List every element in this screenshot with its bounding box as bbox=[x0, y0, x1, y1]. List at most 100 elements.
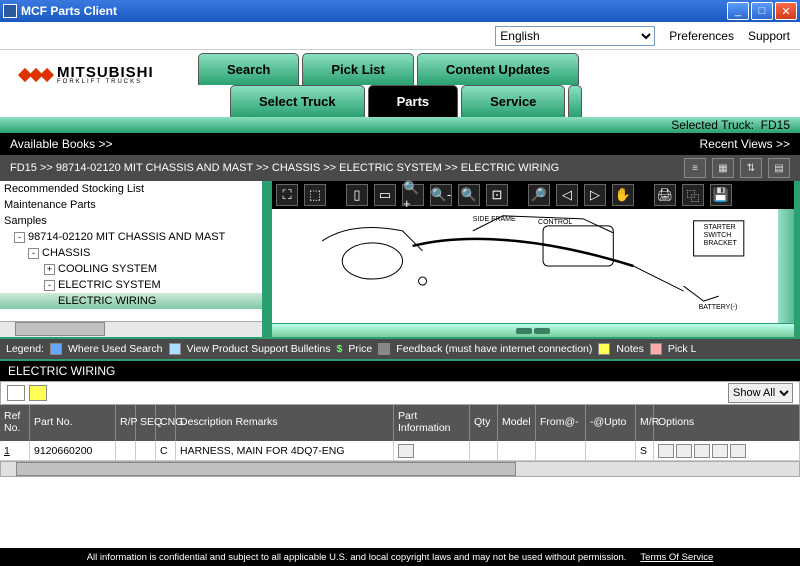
tab-overflow[interactable] bbox=[568, 85, 582, 117]
legend-bulletins[interactable]: View Product Support Bulletins bbox=[187, 343, 331, 355]
preferences-link[interactable]: Preferences bbox=[669, 29, 734, 43]
opt-where-used-icon[interactable] bbox=[658, 444, 674, 458]
find-icon[interactable]: 🔎 bbox=[528, 184, 550, 206]
zoom-out-icon[interactable]: 🔍- bbox=[430, 184, 452, 206]
tree-item[interactable]: -ELECTRIC SYSTEM bbox=[0, 277, 262, 293]
zoom-area-icon[interactable]: ⊡ bbox=[486, 184, 508, 206]
zoom-in-icon[interactable]: 🔍+ bbox=[402, 184, 424, 206]
close-button[interactable]: ✕ bbox=[775, 2, 797, 20]
app-icon bbox=[3, 4, 17, 18]
minimize-button[interactable]: _ bbox=[727, 2, 749, 20]
fit-width-icon[interactable]: ▭ bbox=[374, 184, 396, 206]
notes-icon bbox=[598, 343, 610, 355]
tree-item[interactable]: -98714-02120 MIT CHASSIS AND MAST bbox=[0, 229, 262, 245]
page-icon[interactable]: ▯ bbox=[346, 184, 368, 206]
legend-price[interactable]: Price bbox=[348, 343, 372, 355]
tree-item[interactable]: Maintenance Parts bbox=[0, 197, 262, 213]
cell-desc: HARNESS, MAIN FOR 4DQ7-ENG bbox=[176, 441, 394, 460]
scroll-thumb[interactable] bbox=[16, 462, 516, 476]
support-link[interactable]: Support bbox=[748, 29, 790, 43]
tab-select-truck[interactable]: Select Truck bbox=[230, 85, 365, 117]
filter-chip-notes[interactable] bbox=[29, 385, 47, 401]
top-bar: English Preferences Support bbox=[0, 22, 800, 50]
zoom-reset-icon[interactable]: 🔍 bbox=[458, 184, 480, 206]
tree-item[interactable]: Recommended Stocking List bbox=[0, 181, 262, 197]
feedback-icon bbox=[378, 343, 390, 355]
tree-hscroll[interactable] bbox=[0, 321, 262, 337]
fullscreen-icon[interactable]: ⛶ bbox=[276, 184, 298, 206]
collapse-icon[interactable]: - bbox=[44, 280, 55, 291]
nav-bar: Available Books >> Recent Views >> bbox=[0, 133, 800, 155]
tab-parts[interactable]: Parts bbox=[368, 85, 459, 117]
expand-icon[interactable]: + bbox=[44, 264, 55, 275]
cell-ref[interactable]: 1 bbox=[0, 441, 30, 460]
tab-search[interactable]: Search bbox=[198, 53, 299, 85]
col-desc[interactable]: Description Remarks bbox=[176, 405, 394, 441]
recent-views-link[interactable]: Recent Views >> bbox=[700, 137, 791, 151]
print-icon[interactable]: 🖨 bbox=[654, 184, 676, 206]
table-row[interactable]: 1 9120660200 C HARNESS, MAIN FOR 4DQ7-EN… bbox=[0, 441, 800, 461]
col-rp[interactable]: R/P bbox=[116, 405, 136, 441]
next-icon[interactable]: ▷ bbox=[584, 184, 606, 206]
legend-feedback[interactable]: Feedback (must have internet connection) bbox=[396, 343, 592, 355]
col-mr[interactable]: M/R bbox=[636, 405, 654, 441]
col-model[interactable]: Model bbox=[498, 405, 536, 441]
tree-item[interactable]: Samples bbox=[0, 213, 262, 229]
table-hscroll[interactable] bbox=[0, 461, 800, 477]
available-books-link[interactable]: Available Books >> bbox=[10, 137, 113, 151]
svg-text:CONTROL: CONTROL bbox=[538, 219, 572, 226]
legend-where-used[interactable]: Where Used Search bbox=[68, 343, 163, 355]
col-qty[interactable]: Qty bbox=[470, 405, 498, 441]
col-ref[interactable]: Ref No. bbox=[0, 405, 30, 441]
scroll-thumb[interactable] bbox=[15, 322, 105, 336]
col-options[interactable]: Options bbox=[654, 405, 800, 441]
opt-notes-icon[interactable] bbox=[676, 444, 692, 458]
save-icon[interactable]: 💾 bbox=[710, 184, 732, 206]
language-select[interactable]: English bbox=[495, 26, 655, 46]
footer: All information is confidential and subj… bbox=[0, 548, 800, 566]
cell-part[interactable]: 9120660200 bbox=[30, 441, 116, 460]
legend-pick[interactable]: Pick L bbox=[668, 343, 697, 355]
diagram-canvas[interactable]: SIDE FRAME CONTROL STARTER SWITCH BRACKE… bbox=[272, 209, 794, 323]
selected-truck-bar: Selected Truck: FD15 bbox=[0, 117, 800, 133]
splitter-handle[interactable] bbox=[272, 323, 794, 337]
tree-item-selected[interactable]: ELECTRIC WIRING bbox=[0, 293, 262, 309]
col-part[interactable]: Part No. bbox=[30, 405, 116, 441]
col-upto[interactable]: -@Upto bbox=[586, 405, 636, 441]
tree-item[interactable]: -CHASSIS bbox=[0, 245, 262, 261]
show-all-select[interactable]: Show All bbox=[728, 383, 793, 403]
collapse-icon[interactable]: - bbox=[14, 232, 25, 243]
copy-icon[interactable]: ⿻ bbox=[682, 184, 704, 206]
tab-content-updates[interactable]: Content Updates bbox=[417, 53, 579, 85]
filter-chip[interactable] bbox=[7, 385, 25, 401]
pan-icon[interactable]: ✋ bbox=[612, 184, 634, 206]
col-cng[interactable]: CNG bbox=[156, 405, 176, 441]
view-sort-icon[interactable]: ⇅ bbox=[740, 158, 762, 178]
tree-item[interactable]: +COOLING SYSTEM bbox=[0, 261, 262, 277]
tab-service[interactable]: Service bbox=[461, 85, 565, 117]
terms-link[interactable]: Terms Of Service bbox=[640, 552, 713, 563]
brand-sub: FORKLIFT TRUCKS bbox=[57, 79, 154, 85]
tab-pick-list[interactable]: Pick List bbox=[302, 53, 413, 85]
fit-icon[interactable]: ⬚ bbox=[304, 184, 326, 206]
opt-pick-icon[interactable] bbox=[694, 444, 710, 458]
opt-copy-icon[interactable] bbox=[730, 444, 746, 458]
part-info-icon[interactable] bbox=[398, 444, 414, 458]
collapse-icon[interactable]: - bbox=[28, 248, 39, 259]
opt-feedback-icon[interactable] bbox=[712, 444, 728, 458]
legend-notes[interactable]: Notes bbox=[616, 343, 643, 355]
maximize-button[interactable]: □ bbox=[751, 2, 773, 20]
view-list-icon[interactable]: ≡ bbox=[684, 158, 706, 178]
breadcrumb[interactable]: FD15 >> 98714-02120 MIT CHASSIS AND MAST… bbox=[10, 162, 678, 174]
col-from[interactable]: From@- bbox=[536, 405, 586, 441]
cell-qty bbox=[470, 441, 498, 460]
col-part-info[interactable]: Part Information bbox=[394, 405, 470, 441]
view-grid-icon[interactable]: ▤ bbox=[768, 158, 790, 178]
prev-icon[interactable]: ◁ bbox=[556, 184, 578, 206]
parts-table: Ref No. Part No. R/P SEQ CNG Description… bbox=[0, 405, 800, 461]
viewer-vscroll[interactable] bbox=[778, 209, 794, 323]
legend-label: Legend: bbox=[6, 343, 44, 355]
view-thumb-icon[interactable]: ▦ bbox=[712, 158, 734, 178]
col-seq[interactable]: SEQ bbox=[136, 405, 156, 441]
cell-part-info[interactable] bbox=[394, 441, 470, 460]
